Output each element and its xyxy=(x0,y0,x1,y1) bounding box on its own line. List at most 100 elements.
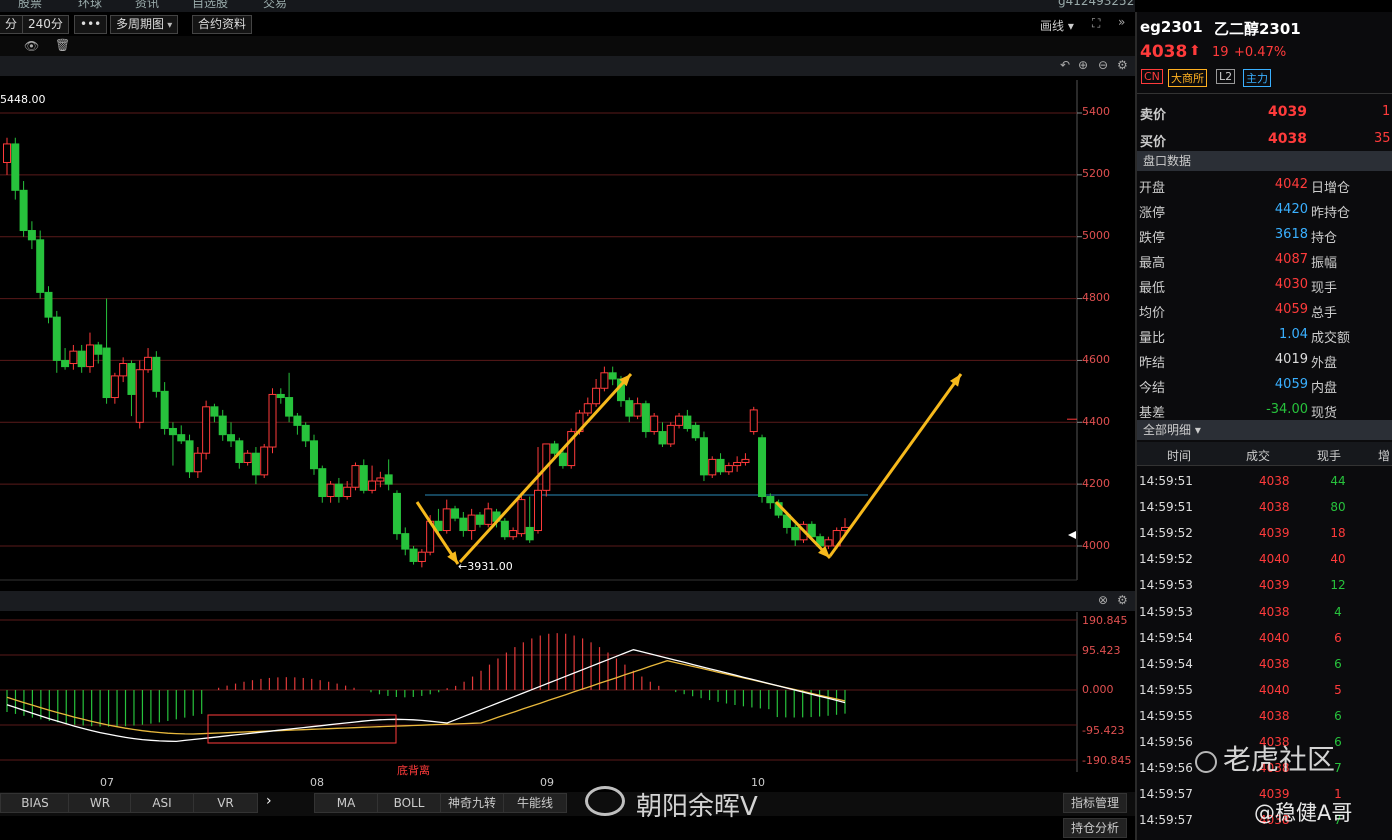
position-analysis-button[interactable]: 持仓分析 xyxy=(1063,818,1127,838)
stat-label-2: 现货 xyxy=(1311,406,1338,421)
section-header-quote[interactable]: 盘口数据 xyxy=(1137,151,1392,171)
candle-body xyxy=(309,440,318,470)
more-button[interactable]: ••• xyxy=(74,15,108,34)
candle-body xyxy=(683,415,692,429)
menu-item[interactable]: 股票 xyxy=(18,0,42,11)
menu-item[interactable]: 交易 xyxy=(263,0,287,11)
trade-volume: 6 xyxy=(1334,656,1342,671)
candle-body xyxy=(583,403,592,414)
candle-body xyxy=(409,548,418,562)
tab-boll[interactable]: BOLL xyxy=(377,793,441,813)
macd-tick: 190.845 xyxy=(1082,614,1128,627)
candle-body xyxy=(202,406,211,454)
period-240-button[interactable]: 240分 xyxy=(22,15,69,34)
tab-bias[interactable]: BIAS xyxy=(0,793,70,813)
draw-line-label: 画线 xyxy=(1040,19,1065,33)
candle xyxy=(268,388,277,454)
divergence-box xyxy=(207,714,397,744)
draw-line-dropdown[interactable]: 画线 ▾ xyxy=(1040,17,1074,34)
chevron-right-icon[interactable]: › xyxy=(266,793,272,809)
candle-body xyxy=(442,508,451,532)
trade-row: 14:59:54 4040 6 xyxy=(1137,625,1392,651)
candle-body xyxy=(741,458,750,463)
candle-body xyxy=(650,415,659,433)
search-box[interactable]: g412493252 xyxy=(1058,0,1134,8)
price-max-label: 5448.00 xyxy=(0,93,46,106)
trade-list: 14:59:51 4038 44 14:59:51 4038 80 14:59:52 4039… xyxy=(1137,468,1392,840)
candle-body xyxy=(401,533,410,550)
candle-body xyxy=(766,496,775,504)
indicator-manage-button[interactable]: 指标管理 xyxy=(1063,793,1127,813)
trash-icon[interactable]: 🗑 xyxy=(55,38,70,52)
tab-vr[interactable]: VR xyxy=(193,793,258,813)
trade-volume: 12 xyxy=(1330,578,1346,593)
tab-wr[interactable]: WR xyxy=(68,793,132,813)
trade-time: 14:59:54 xyxy=(1139,656,1193,671)
candle-body xyxy=(641,403,650,433)
stat-label: 均价 xyxy=(1139,306,1166,321)
candle xyxy=(36,230,45,299)
price-tick: 4400 xyxy=(1082,415,1110,428)
section-details-label: 全部明细 xyxy=(1143,423,1192,437)
ask-volume: 1 xyxy=(1382,104,1391,119)
settings-icon[interactable]: ⚙ xyxy=(1117,593,1128,607)
candle-body xyxy=(61,359,70,368)
tab-asi[interactable]: ASI xyxy=(130,793,194,813)
macd-chart[interactable] xyxy=(0,612,1135,772)
candle-body xyxy=(451,508,460,519)
last-price: 4038 xyxy=(1140,42,1188,62)
candle-body xyxy=(11,143,20,191)
trade-price: 4040 xyxy=(1259,552,1290,567)
menu-item[interactable]: 自选股 xyxy=(192,0,228,11)
stat-row: 今结 4059 内盘 xyxy=(1137,373,1392,397)
collapse-panel-icon[interactable]: » xyxy=(1118,15,1125,29)
candle xyxy=(185,434,194,478)
candle-body xyxy=(376,477,385,482)
candle-body xyxy=(467,514,476,532)
candle-body xyxy=(691,424,700,439)
candle-body xyxy=(484,508,493,525)
candle-body xyxy=(608,372,617,380)
candle-body xyxy=(168,427,177,436)
undo-icon[interactable]: ↶ xyxy=(1060,58,1070,72)
candle-body xyxy=(534,489,543,532)
candle-body xyxy=(666,424,675,445)
candle-body xyxy=(525,526,534,541)
eye-icon[interactable]: 👁 xyxy=(24,39,39,53)
tab-bull-line[interactable]: 牛能线 xyxy=(503,793,567,813)
close-icon[interactable]: ⊗ xyxy=(1098,593,1108,607)
candlestick-chart[interactable] xyxy=(0,80,1135,590)
candle-body xyxy=(475,514,484,525)
remove-icon[interactable]: ⊖ xyxy=(1098,58,1108,72)
tag-l2: L2 xyxy=(1216,69,1236,84)
contract-info-button[interactable]: 合约资料 xyxy=(192,15,253,34)
tag-exchange: 大商所 xyxy=(1168,69,1207,87)
stat-row: 开盘 4042 日增仓 xyxy=(1137,173,1392,197)
up-arrow-icon: ⬆ xyxy=(1189,43,1201,59)
macd-tick: -190.845 xyxy=(1082,754,1132,767)
trade-price: 4040 xyxy=(1259,682,1290,697)
candle xyxy=(708,456,717,478)
candle-body xyxy=(658,431,667,445)
multi-period-dropdown[interactable]: 多周期图 xyxy=(110,15,179,34)
ask-label: 卖价 xyxy=(1140,108,1167,123)
subchart-header xyxy=(0,591,1135,611)
trade-price: 4038 xyxy=(1259,656,1290,671)
tab-nine-turn[interactable]: 神奇九转 xyxy=(440,793,504,813)
candle-body xyxy=(235,440,244,463)
fullscreen-icon[interactable]: ⛶ xyxy=(1092,16,1100,31)
candle-body xyxy=(110,375,119,399)
settings-icon[interactable]: ⚙ xyxy=(1117,58,1128,72)
section-header-details[interactable]: 全部明细 ▾ xyxy=(1137,420,1392,440)
menu-item[interactable]: 资讯 xyxy=(135,0,159,11)
stat-label-2: 持仓 xyxy=(1311,231,1338,246)
tab-ma[interactable]: MA xyxy=(314,793,378,813)
stat-row: 跌停 3618 持仓 xyxy=(1137,223,1392,247)
period-fragment-button[interactable]: 分 xyxy=(0,15,24,34)
menu-item[interactable]: 环球 xyxy=(78,0,102,11)
add-icon[interactable]: ⊕ xyxy=(1078,58,1088,72)
candle-body xyxy=(708,458,717,476)
trade-time: 14:59:52 xyxy=(1139,526,1193,541)
period-240-label: 240分 xyxy=(28,17,63,31)
stat-value: 1.04 xyxy=(1279,327,1308,342)
